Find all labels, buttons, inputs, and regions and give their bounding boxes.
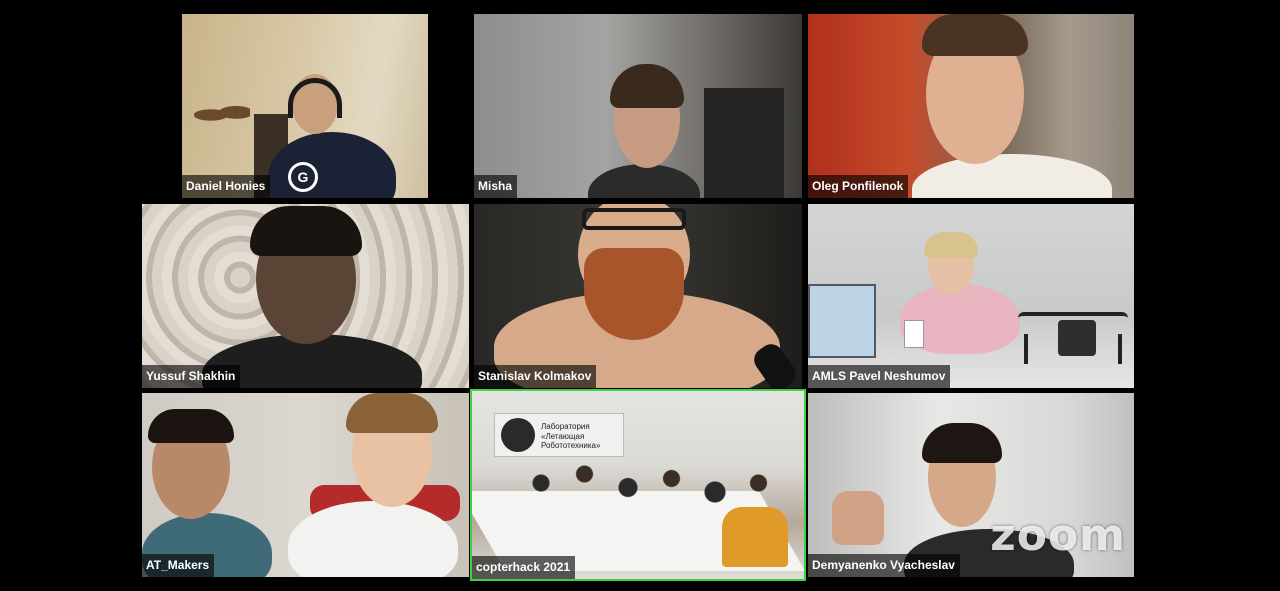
- raised-fist-icon: [832, 491, 884, 545]
- video-tile-misha[interactable]: Misha: [474, 14, 802, 198]
- participant-name-label: AMLS Pavel Neshumov: [808, 365, 951, 388]
- participant-name-label: copterhack 2021: [472, 556, 576, 579]
- glasses-icon: [582, 208, 686, 230]
- participant-orange-jacket: [722, 507, 788, 567]
- laptop-screen: [808, 284, 876, 358]
- shirt-logo: G: [288, 162, 318, 192]
- zoom-logo: zoom: [990, 510, 1126, 561]
- video-tile-stanislav-kolmakov[interactable]: Stanislav Kolmakov: [474, 204, 802, 388]
- participant-name-label: Stanislav Kolmakov: [474, 365, 597, 388]
- video-tile-copterhack-2021[interactable]: Лаборатория «Летающая Робототехника» cop…: [470, 389, 806, 581]
- video-tile-yussuf-shakhin[interactable]: Yussuf Shakhin: [142, 204, 469, 388]
- participant-name-label: Misha: [474, 175, 518, 198]
- participant-hair-left: [148, 409, 234, 443]
- video-tile-demyanenko-vyacheslav[interactable]: zoom Demyanenko Vyacheslav: [808, 393, 1134, 577]
- video-tile-daniel-honies[interactable]: G Daniel Honies: [182, 14, 428, 198]
- participant-name-label: Yussuf Shakhin: [142, 365, 241, 388]
- participant-name-label: Daniel Honies: [182, 175, 271, 198]
- wall-map-decoration: [194, 102, 250, 128]
- video-tile-oleg-ponfilenok[interactable]: Oleg Ponfilenok: [808, 14, 1134, 198]
- participant-name-label: AT_Makers: [142, 554, 215, 577]
- mug-icon: [904, 320, 924, 348]
- participant-hair: [922, 14, 1028, 56]
- participant-name-label: Oleg Ponfilenok: [808, 175, 909, 198]
- participant-hair: [250, 206, 362, 256]
- participant-hair: [924, 232, 978, 258]
- poster-line-1: Лаборатория: [541, 422, 590, 431]
- participant-hair-right: [346, 393, 438, 433]
- drone-model: [1018, 312, 1128, 364]
- participant-name-label: Demyanenko Vyacheslav: [808, 554, 960, 577]
- video-tile-at-makers[interactable]: AT_Makers: [142, 393, 469, 577]
- video-tile-amls-pavel-neshumov[interactable]: AMLS Pavel Neshumov: [808, 204, 1134, 388]
- dark-furniture: [704, 88, 784, 198]
